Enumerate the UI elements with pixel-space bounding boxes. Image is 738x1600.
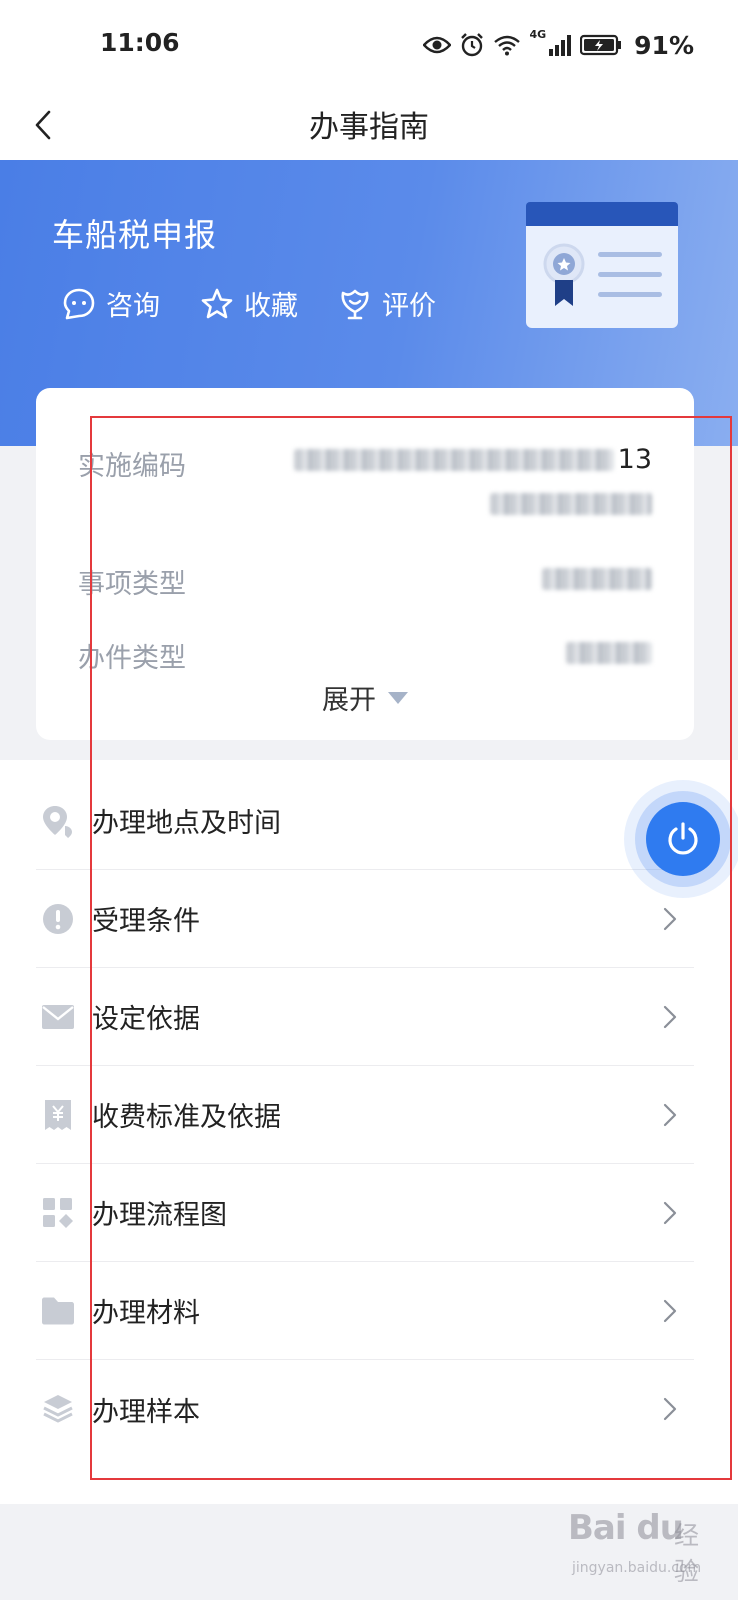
expand-label: 展开 [322,685,376,716]
flowchart-icon [43,1197,73,1228]
page-title: 办事指南 [309,110,429,145]
info-card: 实施编码 13 事项类型 办件类型 展开 [36,388,694,740]
watermark-url: jingyan.baidu.com [572,1560,702,1576]
chevron-right-icon [663,907,677,930]
info-value-code-suffix: 13 [617,444,652,475]
list-item-label: 办理材料 [92,1298,200,1329]
power-icon [668,822,698,855]
chevron-right-icon [663,1103,677,1126]
guide-list: 办理地点及时间 受理条件 设定依据 收费标准及依据 办理流程图 办理材料 办理样… [0,760,738,1504]
redacted-value [542,568,652,590]
signal-icon [549,35,572,56]
favorite-button[interactable]: 收藏 [200,284,298,323]
info-label-code: 实施编码 [78,451,186,482]
rate-label: 评价 [382,291,436,322]
watermark-sub: 经验 [674,1521,700,1586]
location-icon [43,805,72,838]
folder-icon [42,1297,74,1324]
list-item-flowchart[interactable]: 办理流程图 [36,1164,694,1262]
battery-icon [580,34,622,56]
star-icon [201,288,233,318]
list-item-label: 受理条件 [92,906,200,937]
info-value-code: 13 [293,444,652,515]
wifi-icon [494,35,521,56]
list-item-basis[interactable]: 设定依据 [36,968,694,1066]
baidu-watermark: Bai du 经验 jingyan.baidu.com [568,1508,718,1588]
receipt-icon [45,1099,71,1130]
alert-icon [43,903,73,934]
list-item-conditions[interactable]: 受理条件 [36,870,694,968]
mail-icon [42,1004,74,1029]
banner-actions: 咨询 收藏 评价 [62,284,436,323]
certificate-illustration [526,202,678,328]
info-label-item-type: 事项类型 [78,569,186,600]
info-row-item-type: 事项类型 [78,562,652,601]
chevron-right-icon [663,1397,677,1421]
list-item-label: 办理地点及时间 [92,808,281,839]
chat-icon [63,288,95,319]
caret-down-icon [388,691,408,704]
expand-button[interactable]: 展开 [36,678,694,717]
eye-icon [423,36,452,54]
info-row-case-type: 办件类型 [78,636,652,675]
list-item-materials[interactable]: 办理材料 [36,1262,694,1360]
chevron-right-icon [663,1299,677,1322]
list-item-label: 办理流程图 [92,1200,227,1231]
nav-bar: 办事指南 [0,90,738,160]
list-item-samples[interactable]: 办理样本 [36,1360,694,1458]
consult-label: 咨询 [106,291,160,322]
list-item-label: 收费标准及依据 [92,1102,281,1133]
status-time: 11:06 [100,28,180,57]
status-bar: 11:06 4G 91% [0,0,738,90]
status-icons: 4G 91% [423,28,694,62]
list-item-fees[interactable]: 收费标准及依据 [36,1066,694,1164]
info-row-code: 实施编码 13 [78,444,652,515]
chevron-right-icon [663,1005,677,1028]
chevron-right-icon [663,1201,677,1224]
rate-button[interactable]: 评价 [338,284,436,323]
redacted-value [490,493,652,515]
rate-icon [341,289,369,319]
redacted-value [293,448,614,471]
consult-button[interactable]: 咨询 [62,284,160,323]
info-label-case-type: 办件类型 [78,643,186,674]
battery-percent: 91% [634,30,694,60]
alarm-icon [461,33,484,57]
favorite-label: 收藏 [244,291,298,322]
list-item-label: 设定依据 [92,1004,200,1035]
list-item-location-time[interactable]: 办理地点及时间 [36,772,694,870]
watermark-logo: Bai du [568,1508,684,1548]
list-item-label: 办理样本 [92,1396,200,1428]
redacted-value [566,642,652,664]
floating-power-button[interactable] [624,780,738,898]
layers-icon [43,1395,73,1423]
service-title: 车船税申报 [52,216,218,254]
network-label: 4G [529,28,547,41]
